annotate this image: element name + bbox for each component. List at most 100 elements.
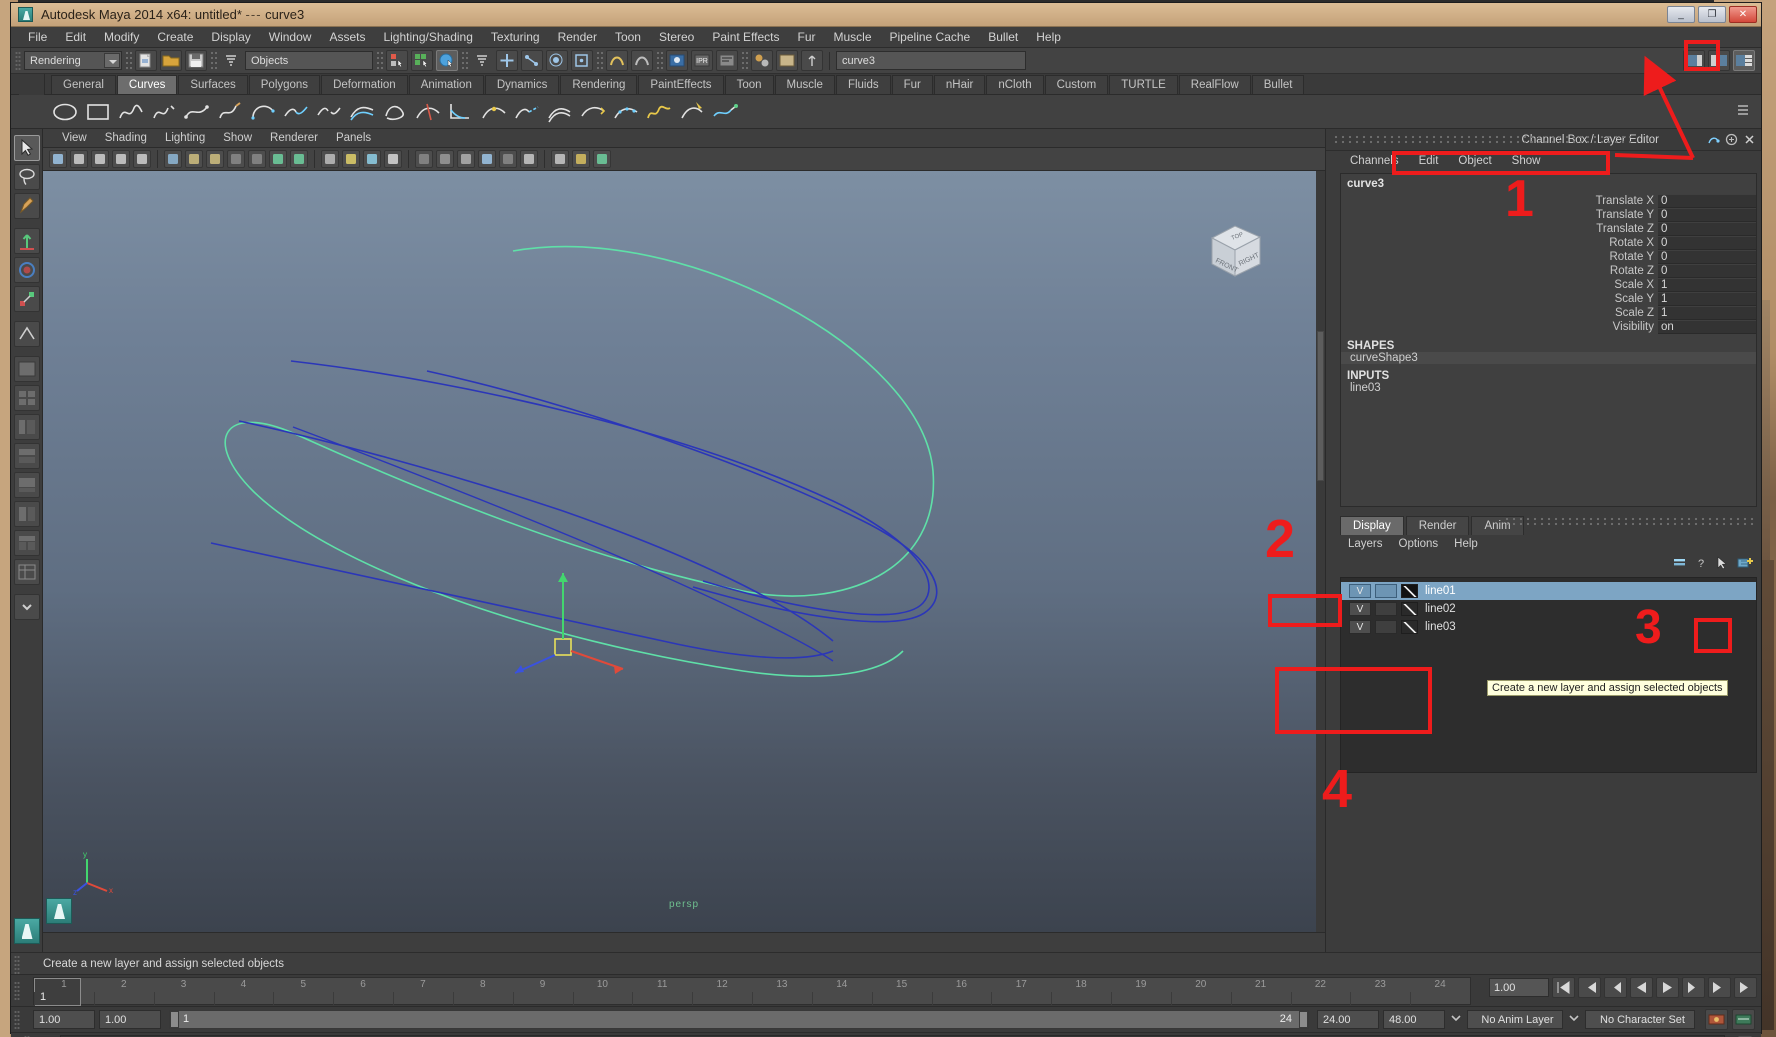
shelf-tab-muscle[interactable]: Muscle [774,75,835,94]
grid-toggle-icon[interactable] [164,150,182,168]
shelf-tab-turtle[interactable]: TURTLE [1109,75,1178,94]
menu-item-bullet[interactable]: Bullet [979,27,1027,48]
menu-item-lighting-shading[interactable]: Lighting/Shading [374,27,481,48]
layer-list[interactable]: Vline01 Vline02 Vline03 [1340,577,1757,773]
snap-grid-icon[interactable] [496,50,518,71]
channel-attribute-value[interactable]: 1 [1658,278,1756,292]
step-back-key-icon[interactable] [1578,977,1601,998]
menu-item-fur[interactable]: Fur [789,27,825,48]
layer-sort-icon[interactable] [1672,555,1688,574]
snap-point-icon[interactable] [546,50,568,71]
use-all-lights-icon[interactable] [384,150,402,168]
select-by-object-icon[interactable] [411,50,433,71]
help-line-grip[interactable] [14,955,20,975]
layer-menu-layers[interactable]: Layers [1340,538,1391,550]
step-forward-key-icon[interactable] [1708,977,1731,998]
motion-blur-icon[interactable] [457,150,475,168]
menu-item-edit[interactable]: Edit [56,27,95,48]
shelf-tab-bullet[interactable]: Bullet [1251,75,1305,94]
viewport-menu-view[interactable]: View [53,132,96,144]
detach-curves-icon[interactable] [315,98,343,126]
toolbar-separator-3[interactable] [376,50,383,71]
character-set-field[interactable]: No Character Set [1585,1010,1695,1029]
menu-item-render[interactable]: Render [549,27,606,48]
chevron-down-icon[interactable] [104,53,120,68]
go-to-end-icon[interactable] [1734,977,1757,998]
move-tool[interactable] [13,228,40,254]
save-scene-icon[interactable] [185,50,207,71]
toolbar-separator-2[interactable] [210,50,217,71]
menu-item-file[interactable]: File [19,27,56,48]
viewport-menu-panels[interactable]: Panels [327,132,380,144]
lock-camera-icon[interactable] [70,150,88,168]
menu-item-window[interactable]: Window [260,27,321,48]
menu-item-toon[interactable]: Toon [606,27,650,48]
align-curves-icon[interactable] [348,98,376,126]
shelf-tab-curves[interactable]: Curves [116,75,178,94]
open-close-curves-icon[interactable] [381,98,409,126]
layer-playback-toggle[interactable] [1375,584,1397,598]
layer-display-type-swatch[interactable] [1401,584,1418,598]
bezier-curve-icon[interactable] [183,98,211,126]
rotate-tool[interactable] [13,257,40,283]
range-slider-grip[interactable] [14,1010,20,1030]
layer-playback-toggle[interactable] [1375,602,1397,616]
time-slider[interactable]: 1 1 2 3 4 5 6 7 8 9 10 11 12 13 14 15 16 17 18 19 20 21 22 23 2… [11,974,1761,1006]
channel-attribute-value[interactable]: 0 [1658,264,1756,278]
toolbar-separator-4[interactable] [461,50,468,71]
shelf-tab-fur[interactable]: Fur [891,75,933,94]
menu-item-create[interactable]: Create [148,27,202,48]
layer-name[interactable]: line02 [1422,603,1456,615]
shelf-tab-realflow[interactable]: RealFlow [1178,75,1251,94]
layer-visibility-toggle[interactable]: V [1349,584,1371,598]
shelf-overflow-icon[interactable] [1735,102,1751,120]
range-slider-right-handle[interactable] [1299,1011,1308,1028]
toolbar-separator-1[interactable] [125,50,132,71]
new-scene-icon[interactable] [135,50,157,71]
field-chart-icon[interactable] [248,150,266,168]
toolbar-separator-7[interactable] [741,50,748,71]
view-cube[interactable]: TOP FRONT RIGHT [1200,216,1270,286]
time-slider-grip[interactable] [14,981,20,1001]
step-back-frame-icon[interactable] [1604,977,1627,998]
cv-curve-icon[interactable] [150,98,178,126]
channel-attribute-row[interactable]: Scale Y 1 [1341,292,1756,306]
lasso-tool[interactable] [13,164,40,190]
select-by-hierarchy-icon[interactable] [386,50,408,71]
show-manipulator-icon[interactable] [801,50,823,71]
nurbs-circle-icon[interactable] [51,98,79,126]
viewport-menu-renderer[interactable]: Renderer [261,132,327,144]
hypershade-icon[interactable] [751,50,773,71]
two-d-pan-zoom-icon[interactable] [133,150,151,168]
layer-tab-render[interactable]: Render [1405,516,1470,535]
channel-attribute-value[interactable]: 0 [1658,236,1756,250]
layout-three-pane[interactable] [13,530,40,556]
shaded-textured-icon[interactable] [363,150,381,168]
close-button[interactable]: ✕ [1729,6,1757,23]
undock-icon[interactable] [1707,133,1720,146]
shelf-tab-general[interactable]: General [51,75,116,94]
channel-attribute-row[interactable]: Translate X 0 [1341,194,1756,208]
channel-group-item[interactable]: curveShape3 [1341,352,1756,364]
channel-attribute-value[interactable]: 1 [1658,292,1756,306]
image-plane-icon[interactable] [112,150,130,168]
layout-two-pane-stacked[interactable] [13,501,40,527]
cut-curve-icon[interactable] [414,98,442,126]
layer-tab-display[interactable]: Display [1340,516,1404,535]
auto-keyframe-icon[interactable] [1705,1009,1728,1030]
bookmark-icon[interactable] [91,150,109,168]
animation-preferences-icon[interactable] [1732,1009,1755,1030]
selection-mask-menu-icon[interactable] [220,50,242,71]
channel-attribute-row[interactable]: Scale X 1 [1341,278,1756,292]
selection-mask-field[interactable]: Objects [245,51,373,70]
shadows-icon[interactable] [415,150,433,168]
layer-name[interactable]: line01 [1422,585,1456,597]
layer-display-type-swatch[interactable] [1401,620,1418,634]
construction-history-icon[interactable] [606,50,628,71]
safe-action-icon[interactable] [269,150,287,168]
safe-title-icon[interactable] [290,150,308,168]
viewport-menu-show[interactable]: Show [214,132,261,144]
channel-attribute-value[interactable]: 0 [1658,222,1756,236]
range-start-time-field[interactable]: 1.00 [99,1010,161,1029]
paint-select-tool[interactable] [13,193,40,219]
